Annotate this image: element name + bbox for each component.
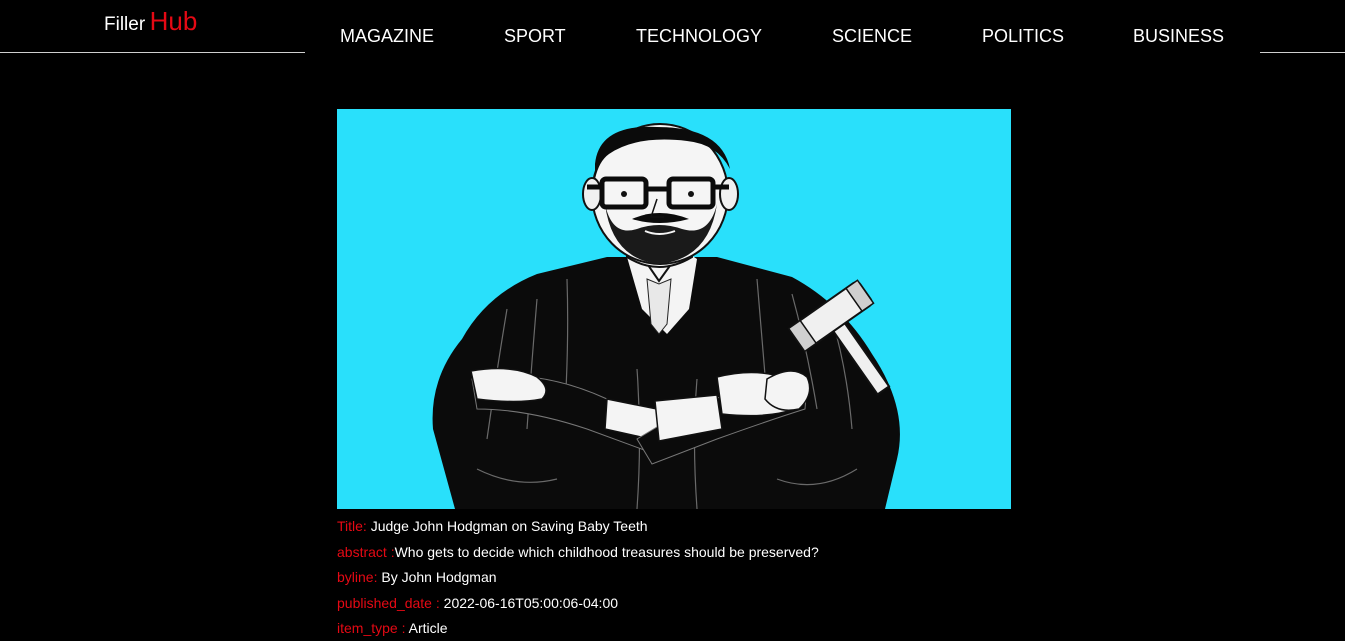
- logo-text-hub: Hub: [149, 6, 198, 36]
- page: Filler Hub MAGAZINE SPORT TECHNOLOGY SCI…: [0, 0, 1345, 641]
- meta-value-title: Judge John Hodgman on Saving Baby Teeth: [366, 518, 648, 534]
- nav-item-science[interactable]: SCIENCE: [832, 26, 912, 47]
- meta-row-title: Title: Judge John Hodgman on Saving Baby…: [337, 517, 1097, 543]
- article-image[interactable]: [337, 109, 1011, 509]
- nav-item-business[interactable]: BUSINESS: [1133, 26, 1224, 47]
- meta-value-published-date: 2022-06-16T05:00:06-04:00: [439, 594, 619, 611]
- logo-text-filler: Filler: [104, 14, 146, 35]
- meta-key-abstract: abstract :: [337, 543, 395, 560]
- nav-item-technology[interactable]: TECHNOLOGY: [636, 26, 762, 47]
- meta-key-title: Title:: [337, 518, 367, 534]
- header-divider-left: [0, 52, 305, 53]
- meta-key-byline: byline:: [337, 569, 378, 585]
- meta-value-byline: By John Hodgman: [377, 569, 497, 585]
- meta-key-published-date: published_date :: [337, 594, 440, 611]
- judge-illustration-icon: [432, 123, 900, 509]
- meta-row-byline: byline: By John Hodgman: [337, 568, 1097, 594]
- article-meta: Title: Judge John Hodgman on Saving Baby…: [337, 517, 1097, 641]
- site-logo[interactable]: Filler Hub: [104, 6, 197, 37]
- meta-row-item-type: item_type : Article: [337, 619, 1097, 641]
- meta-row-published-date: published_date : 2022-06-16T05:00:06-04:…: [337, 594, 1097, 620]
- nav-item-sport[interactable]: SPORT: [504, 26, 566, 47]
- header-divider-right: [1260, 52, 1345, 53]
- meta-key-item-type: item_type :: [337, 620, 406, 636]
- meta-value-abstract: Who gets to decide which childhood treas…: [394, 543, 819, 560]
- meta-value-item-type: Article: [405, 620, 448, 636]
- meta-row-abstract: abstract :Who gets to decide which child…: [337, 543, 1097, 569]
- nav-item-magazine[interactable]: MAGAZINE: [340, 26, 434, 47]
- nav-item-politics[interactable]: POLITICS: [982, 26, 1064, 47]
